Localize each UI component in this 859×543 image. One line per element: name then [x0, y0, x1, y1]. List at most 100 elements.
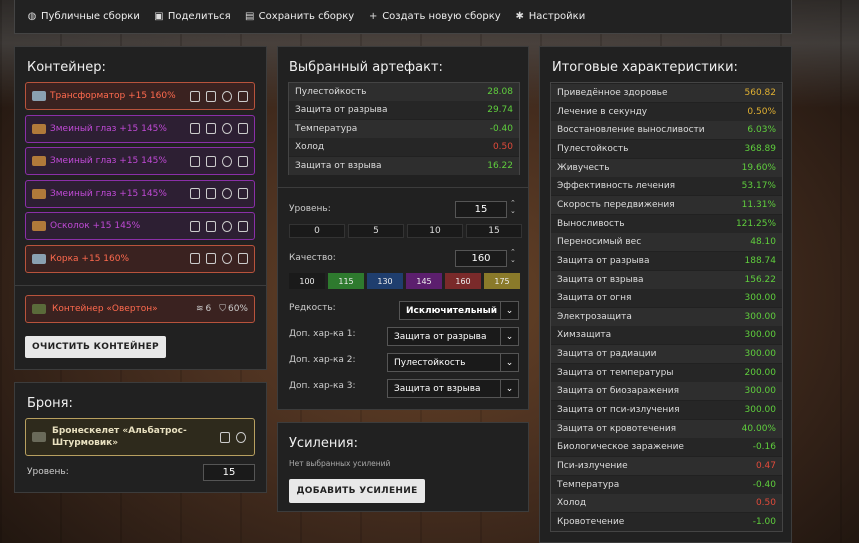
stat-value: -1.00: [752, 516, 776, 527]
quality-preset-button[interactable]: 115: [328, 273, 364, 289]
armor-level-input[interactable]: 15: [203, 464, 255, 481]
quality-input[interactable]: 160: [455, 250, 507, 267]
copy-icon[interactable]: [206, 90, 216, 102]
stat-value: 0.50: [755, 498, 776, 509]
stat-name: Электрозащита: [557, 311, 632, 322]
replace-icon[interactable]: [236, 432, 246, 443]
download-icon[interactable]: [238, 253, 248, 264]
level-stepper-icon[interactable]: ⌃ ⌄: [510, 199, 516, 215]
totals-title: Итоговые характеристики:: [552, 60, 738, 75]
add-boost-button[interactable]: ДОБАВИТЬ УСИЛЕНИЕ: [289, 479, 425, 503]
artifact-slot[interactable]: Змеиный глаз +15 145%: [25, 114, 255, 143]
stat-value: 0.50: [492, 142, 513, 153]
download-icon[interactable]: [238, 123, 248, 134]
stat-value: 560.82: [744, 88, 777, 98]
share-link[interactable]: ▣ Поделиться: [154, 11, 231, 22]
stat-value: 121.25%: [735, 218, 776, 229]
replace-icon[interactable]: [222, 220, 232, 232]
rarity-select[interactable]: Исключительный ⌄: [399, 301, 519, 320]
stat-name: Защита от пси-излучения: [557, 405, 680, 416]
download-icon[interactable]: [238, 155, 248, 167]
artifact-stat-row: Холод 0.50: [289, 138, 519, 157]
delete-icon[interactable]: [220, 432, 230, 443]
copy-icon[interactable]: [206, 155, 216, 167]
artifact-panel: Выбранный артефакт: Пулестойкость 28.08 За…: [277, 46, 529, 410]
copy-icon[interactable]: [206, 253, 216, 264]
quality-preset-button[interactable]: 160: [445, 273, 481, 289]
replace-icon[interactable]: [222, 123, 232, 134]
chevron-down-icon: ⌄: [500, 380, 518, 397]
artifact-slot[interactable]: Трансформатор +15 160%: [25, 82, 255, 110]
copy-icon[interactable]: [206, 188, 216, 199]
level-preset-button[interactable]: 0: [289, 224, 345, 238]
stat-value: -0.16: [752, 442, 776, 453]
armor-item[interactable]: Бронескелет «Альбатрос-Штурмовик»: [25, 418, 255, 456]
copy-icon[interactable]: [206, 123, 216, 134]
replace-icon[interactable]: [222, 155, 232, 167]
download-icon[interactable]: [238, 220, 248, 232]
artifact-slot[interactable]: Змеиный глаз +15 145%: [25, 179, 255, 208]
stat-name: Биологическое заражение: [557, 442, 684, 453]
top-toolbar: ◍ Публичные сборки ▣ Поделиться ▤ Сохранить…: [14, 0, 792, 34]
artifact-stat-row: Защита от разрыва 29.74: [289, 101, 519, 120]
level-preset-button[interactable]: 15: [466, 224, 522, 238]
level-preset-button[interactable]: 10: [407, 224, 463, 238]
extra3-select[interactable]: Защита от взрыва ⌄: [387, 379, 519, 398]
stat-value: 53.17%: [741, 181, 776, 192]
shield-icon: ⛉: [219, 304, 226, 314]
total-stat-row: Приведённое здоровье 560.82: [551, 84, 782, 102]
quality-preset-button[interactable]: 130: [367, 273, 403, 289]
delete-icon[interactable]: [190, 155, 200, 167]
artifact-slot[interactable]: Змеиный глаз +15 145%: [25, 147, 255, 175]
total-stat-row: Пси-излучение 0.47: [551, 457, 782, 475]
public-builds-link[interactable]: ◍ Публичные сборки: [27, 11, 140, 22]
download-icon[interactable]: [238, 188, 248, 199]
save-build-link[interactable]: ▤ Сохранить сборку: [244, 10, 354, 22]
container-item[interactable]: Контейнер «Овертон» ≋ 6 ⛉ 60%: [25, 295, 255, 323]
save-icon: ▤: [244, 10, 255, 22]
delete-icon[interactable]: [190, 123, 200, 134]
extra2-select[interactable]: Пулестойкость ⌄: [387, 353, 519, 372]
slots-icon: ≋: [195, 304, 204, 314]
delete-icon[interactable]: [190, 188, 200, 199]
replace-icon[interactable]: [222, 253, 232, 264]
extra1-select[interactable]: Защита от разрыва ⌄: [387, 327, 519, 346]
armor-panel: Броня: Бронескелет «Альбатрос-Штурмовик»…: [14, 382, 267, 493]
stat-name: Защита от взрыва: [295, 160, 382, 171]
quality-preset-button[interactable]: 175: [484, 273, 520, 289]
quality-preset-button[interactable]: 100: [289, 273, 325, 289]
stat-value: 40.00%: [741, 423, 776, 434]
stat-value: 6.03%: [747, 125, 776, 136]
armor-icon: [32, 432, 46, 442]
artifact-divider: [278, 187, 528, 188]
settings-link[interactable]: ✱ Настройки: [515, 11, 586, 22]
total-stat-row: Кровотечение -1.00: [551, 512, 782, 531]
artifact-level-input[interactable]: 15: [455, 201, 507, 218]
stat-value: -0.40: [489, 123, 513, 134]
copy-icon[interactable]: [206, 220, 216, 232]
delete-icon[interactable]: [190, 253, 200, 264]
image-icon: ▣: [154, 10, 164, 22]
quality-stepper-icon[interactable]: ⌃ ⌄: [510, 248, 516, 264]
artifact-title: Выбранный артефакт:: [289, 60, 443, 75]
stat-name: Кровотечение: [557, 516, 625, 527]
stat-name: Защита от разрыва: [557, 255, 650, 266]
total-stat-row: Химзащита 300.00: [551, 326, 782, 345]
plus-icon: +: [369, 10, 378, 22]
clear-container-button[interactable]: ОЧИСТИТЬ КОНТЕЙНЕР: [25, 336, 166, 358]
stat-name: Восстановление выносливости: [557, 125, 705, 136]
new-build-link[interactable]: + Создать новую сборку: [368, 11, 501, 22]
delete-icon[interactable]: [190, 90, 200, 102]
delete-icon[interactable]: [190, 220, 200, 232]
quality-preset-button[interactable]: 145: [406, 273, 442, 289]
replace-icon[interactable]: [222, 188, 232, 199]
artifact-slot[interactable]: Корка +15 160%: [25, 244, 255, 273]
replace-icon[interactable]: [222, 90, 232, 102]
stat-value: 300.00: [744, 405, 777, 416]
stat-name: Защита от температуры: [557, 367, 674, 378]
stat-name: Защита от радиации: [557, 349, 657, 360]
stat-value: -0.40: [752, 479, 776, 490]
level-preset-button[interactable]: 5: [348, 224, 404, 238]
artifact-slot[interactable]: Осколок +15 145%: [25, 212, 255, 240]
download-icon[interactable]: [238, 90, 248, 102]
